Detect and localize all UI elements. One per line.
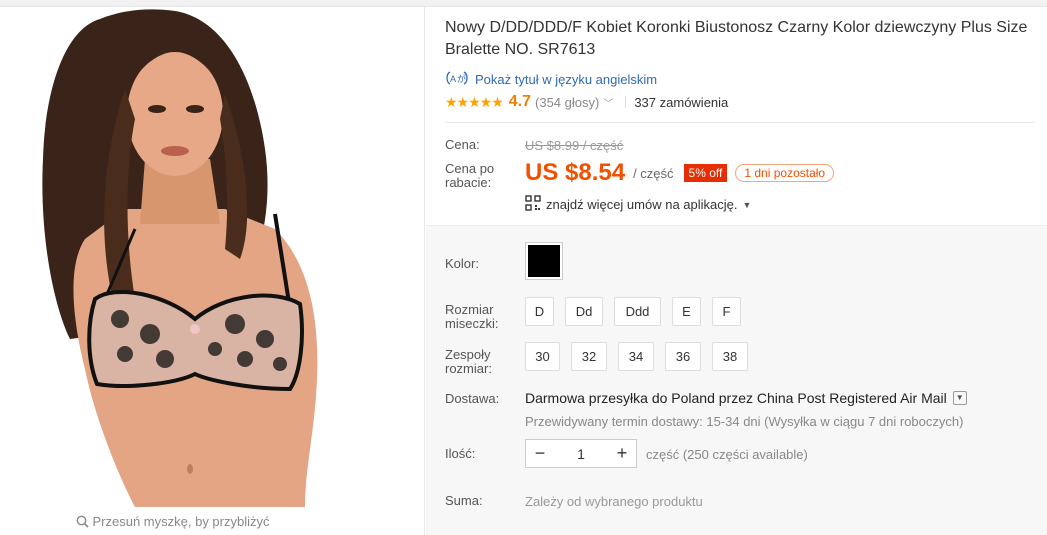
cup-size-option[interactable]: Dd (565, 297, 603, 326)
discount-price: US $8.54 (525, 159, 626, 186)
translate-icon: Aが (445, 70, 469, 89)
shipping-label: Dostawa: (445, 391, 500, 406)
options-panel: Kolor: Rozmiar miseczki: D Dd Ddd E F Ze… (426, 225, 1047, 535)
band-size-option[interactable]: 36 (665, 342, 701, 371)
product-image[interactable] (25, 9, 320, 507)
magnifier-icon (76, 515, 89, 531)
shipping-destination[interactable]: Poland przez China Post Registered Air M… (671, 390, 946, 406)
divider (625, 96, 627, 108)
band-size-option[interactable]: 34 (618, 342, 654, 371)
chevron-down-icon[interactable]: ▼ (952, 391, 967, 405)
cup-size-label: Rozmiar miseczki: (445, 302, 499, 331)
caret-down-icon: ▼ (742, 199, 752, 210)
translate-link[interactable]: Aが Pokaż tytuł w języku angielskim (445, 70, 657, 89)
quantity-availability: część (250 części available) (646, 447, 808, 462)
svg-text:A: A (450, 74, 456, 84)
rating-row: ★★★★★ 4.7 (354 głosy) ﹀ 337 zamówienia (445, 93, 728, 111)
band-size-option[interactable]: 38 (712, 342, 748, 371)
quantity-input[interactable]: 1 (554, 446, 608, 462)
quantity-decrease-button[interactable]: − (526, 440, 554, 467)
chevron-down-icon[interactable]: ﹀ (603, 95, 613, 110)
divider (445, 122, 1035, 123)
quantity-label: Ilość: (445, 446, 476, 461)
band-size-options: 30 32 34 36 38 (525, 342, 759, 371)
product-gallery: Przesuń myszkę, by przybliżyć (0, 7, 425, 535)
cup-size-options: D Dd Ddd E F (525, 297, 752, 326)
orders-count: 337 zamówienia (634, 94, 729, 110)
rating-stars-icon: ★★★★★ (445, 93, 504, 110)
color-swatch-fill (528, 245, 560, 277)
svg-text:が: が (457, 73, 466, 84)
app-deals-text: znajdź więcej umów na aplikację. (546, 197, 738, 212)
total-note: Zależy od wybranego produktu (525, 494, 703, 509)
rating-score: 4.7 (508, 93, 532, 110)
price-label: Cena: (445, 137, 480, 152)
cup-size-option[interactable]: Ddd (614, 297, 661, 326)
color-label: Kolor: (445, 256, 479, 271)
cup-size-option[interactable]: D (525, 297, 554, 326)
shipping-method: Darmowa przesyłka do Poland przez China … (525, 390, 967, 406)
total-label: Suma: (445, 493, 483, 508)
days-left-badge: 1 dni pozostało (735, 164, 835, 182)
product-details: Nowy D/DD/DDD/F Kobiet Koronki Biustonos… (426, 7, 1047, 535)
band-size-label: Zespoły rozmiar: (445, 347, 492, 376)
shipping-estimate: Przewidywany termin dostawy: 15-34 dni (… (525, 414, 964, 429)
old-price: US $8.99 / część (525, 138, 624, 153)
rating-votes[interactable]: (354 głosy) (535, 95, 599, 110)
cup-size-option[interactable]: F (712, 297, 741, 326)
zoom-hint-text: Przesuń myszkę, by przybliżyć (92, 514, 270, 529)
band-size-option[interactable]: 30 (525, 342, 560, 371)
zoom-hint: Przesuń myszkę, by przybliżyć (0, 514, 345, 531)
shipping-free-text: Darmowa przesyłka do (525, 390, 668, 406)
translate-link-text: Pokaż tytuł w języku angielskim (475, 72, 658, 87)
color-swatch-black[interactable] (525, 242, 563, 280)
quantity-increase-button[interactable]: + (608, 440, 636, 467)
product-title: Nowy D/DD/DDD/F Kobiet Koronki Biustonos… (445, 19, 1028, 58)
discount-badge: 5% off (683, 164, 728, 182)
quantity-stepper: − 1 + (525, 439, 637, 468)
discount-price-label: Cena po rabacie: (445, 161, 495, 190)
price-unit: / część (633, 165, 674, 181)
cup-size-option[interactable]: E (672, 297, 701, 326)
discount-price-row: US $8.54 / część 5% off 1 dni pozostało (525, 159, 835, 187)
band-size-option[interactable]: 32 (571, 342, 607, 371)
top-strip (0, 0, 1047, 7)
qr-code-icon (525, 195, 541, 214)
app-deals-link[interactable]: znajdź więcej umów na aplikację. ▼ (525, 195, 751, 214)
